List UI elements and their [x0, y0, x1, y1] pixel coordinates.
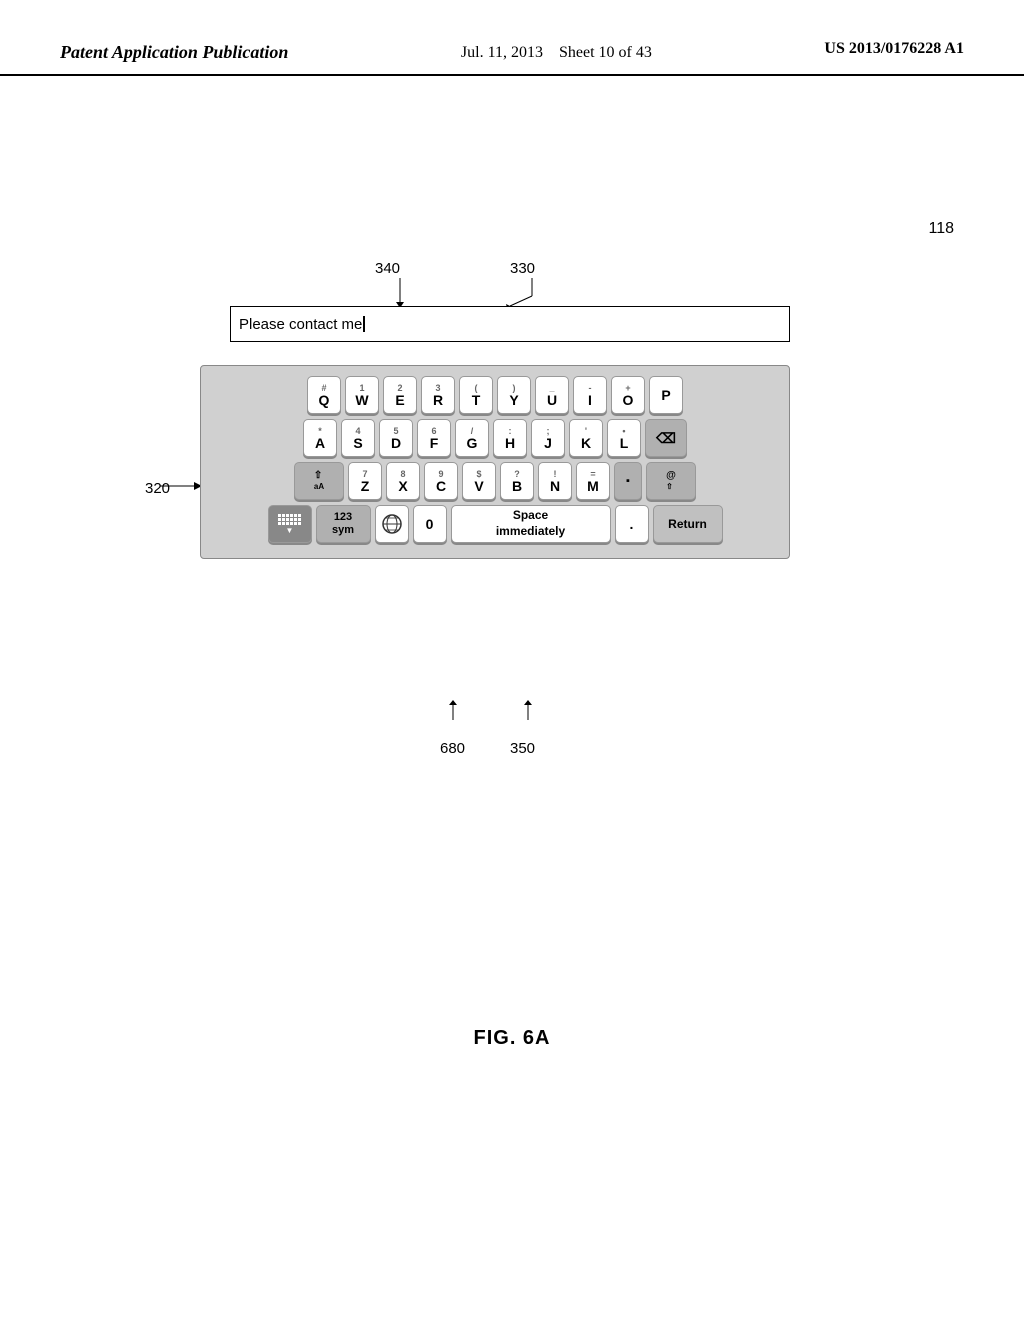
page-header: Patent Application Publication Jul. 11, …	[0, 0, 1024, 76]
key-d[interactable]: 5D	[379, 419, 413, 457]
publication-type: Patent Application Publication	[60, 40, 288, 65]
key-l[interactable]: •L	[607, 419, 641, 457]
key-w[interactable]: 1W	[345, 376, 379, 414]
key-k[interactable]: 'K	[569, 419, 603, 457]
key-p[interactable]: P	[649, 376, 683, 414]
key-e[interactable]: 2E	[383, 376, 417, 414]
key-q[interactable]: #Q	[307, 376, 341, 414]
key-v[interactable]: $V	[462, 462, 496, 500]
globe-icon	[381, 513, 403, 535]
key-g[interactable]: /G	[455, 419, 489, 457]
key-backspace[interactable]: ⌫	[645, 419, 687, 457]
key-m[interactable]: =M	[576, 462, 610, 500]
keyboard-row-3: ⇧aA 7Z 8X 9C $V ?B !N =M ▪ @⇧	[209, 462, 781, 500]
ref-118: 118	[928, 220, 954, 238]
sheet-number: Sheet 10 of 43	[559, 44, 652, 61]
key-keyboard-switch[interactable]: ▼	[268, 505, 312, 543]
key-b[interactable]: ?B	[500, 462, 534, 500]
key-j[interactable]: ;J	[531, 419, 565, 457]
keyboard-row-2: *A 4S 5D 6F /G :H ;J 'K •L ⌫	[209, 419, 781, 457]
key-h[interactable]: :H	[493, 419, 527, 457]
ref-330: 330	[510, 260, 535, 277]
ref-350: 350	[510, 740, 535, 757]
sym-label: 123sym	[332, 511, 354, 537]
keyboard: #Q 1W 2E 3R (T )Y _U -I +O P *A 4S 5D 6F…	[200, 365, 790, 559]
key-f[interactable]: 6F	[417, 419, 451, 457]
key-t[interactable]: (T	[459, 376, 493, 414]
space-label: Spaceimmediately	[496, 508, 565, 539]
key-u[interactable]: _U	[535, 376, 569, 414]
key-return[interactable]: Return	[653, 505, 723, 543]
return-label: Return	[668, 517, 707, 531]
backspace-icon: ⌫	[656, 430, 676, 447]
key-period[interactable]: .	[615, 505, 649, 543]
switch-arrow-icon: ▼	[286, 526, 294, 535]
key-x[interactable]: 8X	[386, 462, 420, 500]
key-y[interactable]: )Y	[497, 376, 531, 414]
ref-680: 680	[440, 740, 465, 757]
keyboard-row-4: ▼ 123sym 0 Spaceimmediately	[209, 505, 781, 543]
key-r[interactable]: 3R	[421, 376, 455, 414]
key-shift-right[interactable]: @⇧	[646, 462, 696, 500]
key-num-1[interactable]: ▪	[614, 462, 642, 500]
publication-date: Jul. 11, 2013	[461, 44, 543, 61]
key-o[interactable]: +O	[611, 376, 645, 414]
key-globe[interactable]	[375, 505, 409, 543]
key-0[interactable]: 0	[413, 505, 447, 543]
keyboard-row-1: #Q 1W 2E 3R (T )Y _U -I +O P	[209, 376, 781, 414]
shift-left-icon: ⇧aA	[314, 470, 324, 492]
key-space[interactable]: Spaceimmediately	[451, 505, 611, 543]
key-a[interactable]: *A	[303, 419, 337, 457]
keyboard-switch-icon	[278, 514, 301, 525]
figure-label: FIG. 6A	[473, 1027, 550, 1050]
shift-right-icon: @⇧	[666, 470, 676, 492]
text-input-field[interactable]: Please contact me	[230, 306, 790, 342]
key-n[interactable]: !N	[538, 462, 572, 500]
input-text: Please contact me	[239, 316, 362, 333]
text-cursor	[363, 316, 365, 332]
ref-340: 340	[375, 260, 400, 277]
patent-number: US 2013/0176228 A1	[824, 40, 964, 58]
key-c[interactable]: 9C	[424, 462, 458, 500]
key-z[interactable]: 7Z	[348, 462, 382, 500]
ref-320: 320	[145, 480, 170, 497]
publication-date-sheet: Jul. 11, 2013 Sheet 10 of 43	[461, 40, 652, 66]
key-s[interactable]: 4S	[341, 419, 375, 457]
key-shift-left[interactable]: ⇧aA	[294, 462, 344, 500]
key-i[interactable]: -I	[573, 376, 607, 414]
key-123sym[interactable]: 123sym	[316, 505, 371, 543]
